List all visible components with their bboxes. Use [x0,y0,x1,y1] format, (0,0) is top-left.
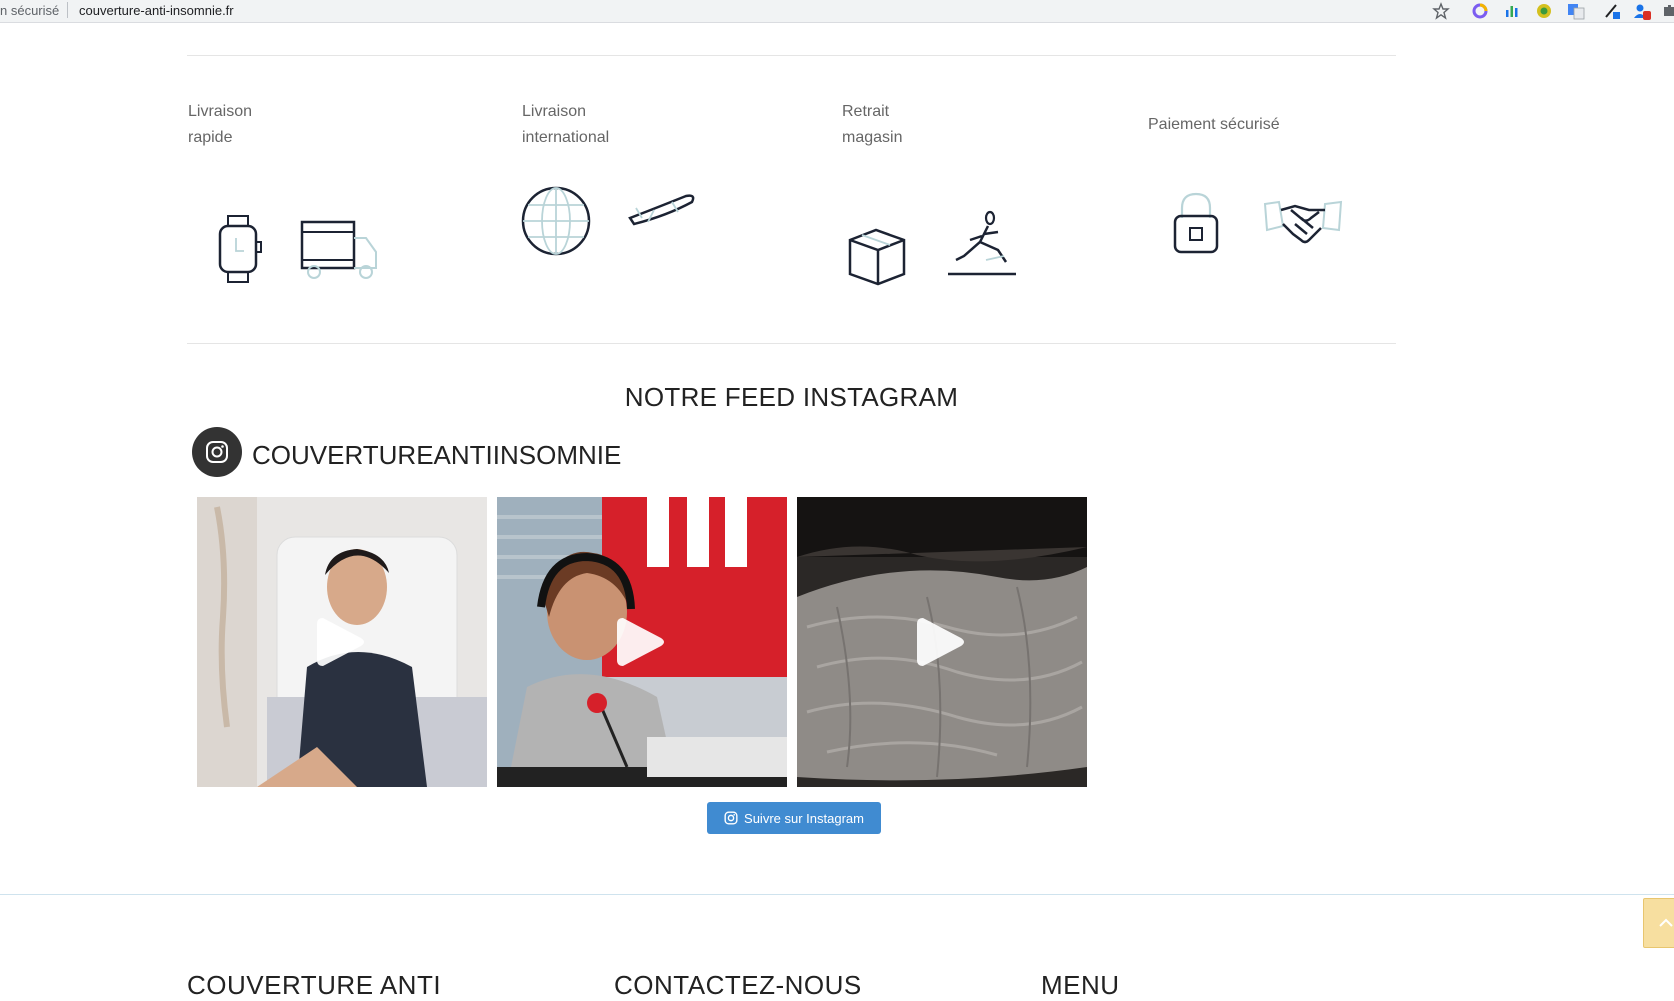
lock-icon [1173,192,1219,254]
chevron-up-icon [1659,918,1673,927]
translate-icon[interactable] [1567,2,1585,20]
extensions-puzzle-icon[interactable] [1660,2,1674,20]
extension-ring-icon[interactable] [1471,2,1489,20]
instagram-handle[interactable]: COUVERTUREANTIINSOMNIE [252,440,621,471]
feature-label-store-pickup: Retrait magasin [842,103,903,146]
running-person-icon [948,210,1016,276]
divider-top [187,55,1396,56]
instagram-section-title: NOTRE FEED INSTAGRAM [624,382,959,412]
instagram-logo-icon [206,441,228,463]
footer-heading-contact: CONTACTEZ-NOUS [614,970,862,1000]
footer-divider [0,894,1674,895]
extension-circle-icon[interactable] [1535,2,1553,20]
instagram-post-3[interactable] [797,497,1087,787]
address-separator [67,2,68,18]
follow-button-label: Suivre sur Instagram [744,810,864,826]
scroll-to-top-button[interactable] [1643,898,1674,948]
divider-middle [187,343,1396,344]
play-icon[interactable] [615,614,669,670]
airplane-icon [628,194,695,226]
handshake-icon [1263,200,1343,244]
extension-pen-icon[interactable] [1603,2,1621,20]
extension-chart-icon[interactable] [1503,2,1521,20]
bookmark-star-icon[interactable] [1432,2,1450,20]
instagram-post-2[interactable] [497,497,787,787]
footer-heading-brand: COUVERTURE ANTI [187,970,442,1000]
follow-instagram-button[interactable]: Suivre sur Instagram [707,802,881,834]
watch-icon [218,215,262,283]
play-icon[interactable] [915,614,969,670]
address-bar-url[interactable]: couverture-anti-insomnie.fr [79,3,234,18]
package-box-icon [848,228,906,286]
footer-heading-menu: MENU [1041,970,1120,1000]
instagram-avatar[interactable] [192,427,242,477]
instagram-post-1[interactable] [197,497,487,787]
play-icon[interactable] [315,614,369,670]
feature-label-fast-delivery: Livraison rapide [188,103,253,146]
instagram-logo-icon [724,811,738,825]
truck-icon [300,220,377,279]
feature-label-secure-payment: Paiement sécurisé [1148,116,1280,133]
feature-label-international: Livraison international [522,103,610,146]
account-badge-icon[interactable] [1633,2,1651,20]
globe-icon [521,186,591,256]
browser-toolbar: n sécurisé couverture-anti-insomnie.fr [0,0,1674,23]
security-indicator[interactable]: n sécurisé [0,3,59,18]
